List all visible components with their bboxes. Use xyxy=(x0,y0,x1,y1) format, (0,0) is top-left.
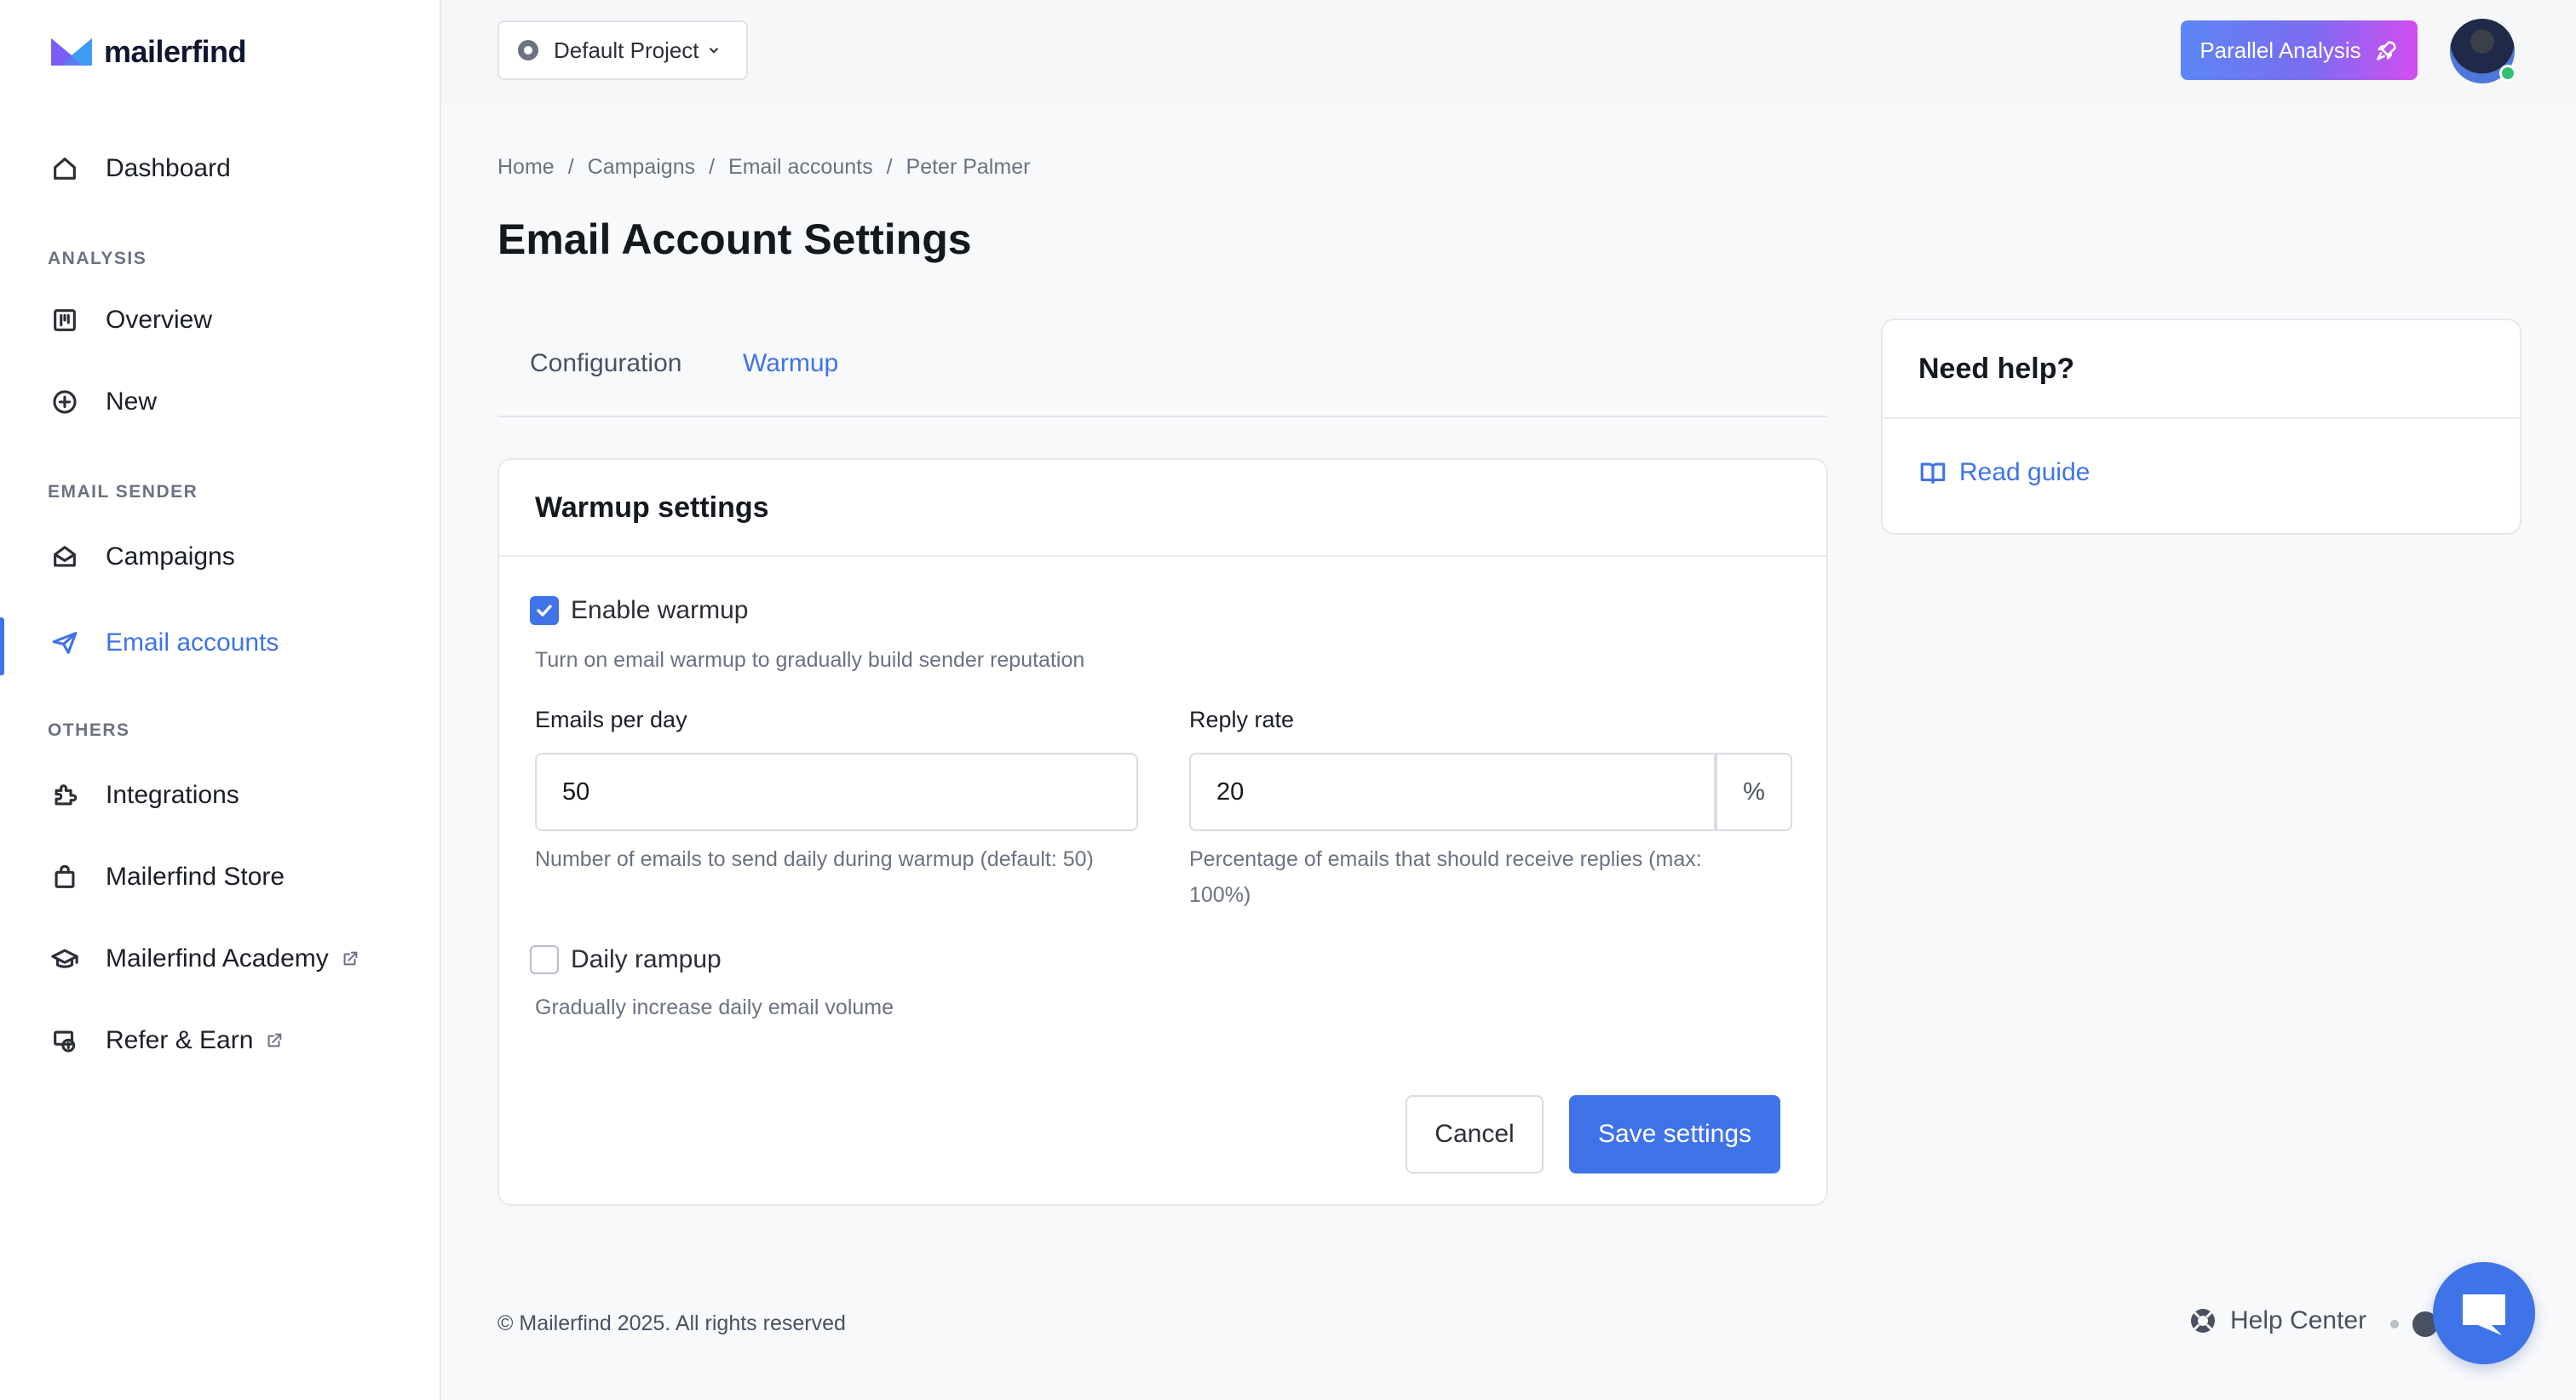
sidebar-item-label: Mailerfind Academy xyxy=(106,944,329,973)
card-title: Warmup settings xyxy=(535,491,769,524)
project-dot-icon xyxy=(518,40,538,60)
save-settings-button[interactable]: Save settings xyxy=(1569,1095,1780,1173)
sidebar: mailerfind Dashboard ANALYSIS Overview N… xyxy=(0,0,441,1400)
tab-warmup[interactable]: Warmup xyxy=(743,349,838,378)
external-link-icon xyxy=(341,950,359,968)
section-title-email-sender: EMAIL SENDER xyxy=(48,482,198,502)
shopping-bag-icon xyxy=(49,862,80,892)
page-title: Email Account Settings xyxy=(497,215,972,263)
brand-logo[interactable]: mailerfind xyxy=(49,34,247,70)
sidebar-item-label: Refer & Earn xyxy=(106,1026,254,1054)
sidebar-item-label: Mailerfind Store xyxy=(106,863,285,891)
daily-rampup-label: Daily rampup xyxy=(571,945,722,973)
kanban-icon xyxy=(49,305,80,336)
lifebuoy-icon xyxy=(2191,1309,2215,1333)
online-status-indicator xyxy=(2499,65,2516,82)
sidebar-item-mailerfind-academy[interactable]: Mailerfind Academy xyxy=(0,928,440,990)
external-link-icon xyxy=(265,1031,284,1050)
user-avatar[interactable] xyxy=(2450,19,2516,83)
reply-rate-input[interactable] xyxy=(1189,753,1716,831)
daily-rampup-checkbox[interactable] xyxy=(530,945,559,974)
reply-rate-unit: % xyxy=(1716,753,1792,831)
checkmark-icon xyxy=(537,605,552,617)
project-selector[interactable]: Default Project xyxy=(497,20,748,80)
parallel-analysis-label: Parallel Analysis xyxy=(2199,37,2361,63)
read-guide-link[interactable]: Read guide xyxy=(1918,458,2090,487)
sidebar-item-label: Campaigns xyxy=(106,542,235,571)
chat-bubble-icon xyxy=(2463,1294,2505,1335)
enable-warmup-checkbox-row[interactable]: Enable warmup xyxy=(530,596,748,625)
footer-copyright: © Mailerfind 2025. All rights reserved xyxy=(497,1311,846,1335)
help-card-header: Need help? xyxy=(1883,320,2520,419)
sidebar-item-label: Dashboard xyxy=(106,154,231,182)
reply-rate-hint-line-2: 100%) xyxy=(1189,883,1251,907)
cancel-button[interactable]: Cancel xyxy=(1406,1095,1544,1173)
enable-warmup-checkbox[interactable] xyxy=(530,596,559,625)
reply-rate-hint-line-1: Percentage of emails that should receive… xyxy=(1189,847,1702,871)
graduation-cap-icon xyxy=(49,944,80,974)
money-hand-icon xyxy=(49,1025,80,1056)
breadcrumb-separator: / xyxy=(886,155,893,179)
sidebar-item-campaigns[interactable]: Campaigns xyxy=(0,526,440,588)
help-card: Need help? Read guide xyxy=(1881,318,2521,535)
reply-rate-label: Reply rate xyxy=(1189,707,1295,732)
breadcrumb-current: Peter Palmer xyxy=(906,155,1031,179)
enable-warmup-hint: Turn on email warmup to gradually build … xyxy=(535,648,1085,672)
home-icon xyxy=(49,153,80,184)
sidebar-item-refer-earn[interactable]: Refer & Earn xyxy=(0,1010,440,1071)
sidebar-item-mailerfind-store[interactable]: Mailerfind Store xyxy=(0,846,440,908)
breadcrumb: Home / Campaigns / Email accounts / Pete… xyxy=(497,155,1030,180)
breadcrumb-separator: / xyxy=(709,155,716,179)
chevron-down-icon xyxy=(706,43,722,58)
footer-separator-dot xyxy=(2390,1320,2399,1328)
section-title-analysis: ANALYSIS xyxy=(48,249,147,268)
envelope-open-icon xyxy=(49,542,80,572)
breadcrumb-campaigns[interactable]: Campaigns xyxy=(588,155,695,180)
rocket-icon xyxy=(2376,41,2396,60)
tab-configuration[interactable]: Configuration xyxy=(530,349,681,378)
sidebar-item-label: Overview xyxy=(106,306,213,334)
breadcrumb-email-accounts[interactable]: Email accounts xyxy=(728,155,873,180)
help-center-label: Help Center xyxy=(2230,1306,2367,1334)
sidebar-item-label: Email accounts xyxy=(106,628,279,657)
breadcrumb-home[interactable]: Home xyxy=(497,155,555,180)
sidebar-item-label: New xyxy=(106,387,158,416)
breadcrumb-separator: / xyxy=(567,155,574,179)
help-card-title: Need help? xyxy=(1918,352,2075,385)
read-guide-label: Read guide xyxy=(1959,458,2090,486)
daily-rampup-checkbox-row[interactable]: Daily rampup xyxy=(530,945,722,974)
book-open-icon xyxy=(1920,462,1946,484)
chat-widget-button[interactable] xyxy=(2433,1262,2535,1364)
sidebar-item-new[interactable]: New xyxy=(0,371,440,433)
sidebar-item-email-accounts[interactable]: Email accounts xyxy=(0,612,440,675)
enable-warmup-label: Enable warmup xyxy=(571,596,749,624)
brand-name: mailerfind xyxy=(104,34,247,69)
card-header: Warmup settings xyxy=(499,460,1826,557)
sidebar-item-integrations[interactable]: Integrations xyxy=(0,765,440,826)
warmup-settings-card: Warmup settings Enable warmup Turn on em… xyxy=(497,458,1828,1206)
sidebar-item-label: Integrations xyxy=(106,781,239,809)
send-icon xyxy=(49,628,80,658)
emails-per-day-input[interactable] xyxy=(535,753,1138,831)
daily-rampup-hint: Gradually increase daily email volume xyxy=(535,995,894,1019)
settings-tabs: Configuration Warmup xyxy=(497,337,1828,417)
sidebar-item-dashboard[interactable]: Dashboard xyxy=(0,138,440,199)
sidebar-item-overview[interactable]: Overview xyxy=(0,290,440,351)
emails-per-day-hint: Number of emails to send daily during wa… xyxy=(535,847,1094,871)
emails-per-day-label: Emails per day xyxy=(535,707,687,732)
section-title-others: OTHERS xyxy=(48,720,130,740)
parallel-analysis-button[interactable]: Parallel Analysis xyxy=(2181,20,2418,80)
puzzle-icon xyxy=(49,780,80,811)
project-name: Default Project xyxy=(554,37,699,63)
mailerfind-logo-icon xyxy=(51,38,92,66)
plus-circle-icon xyxy=(49,387,80,417)
help-center-link[interactable]: Help Center xyxy=(2189,1306,2366,1335)
